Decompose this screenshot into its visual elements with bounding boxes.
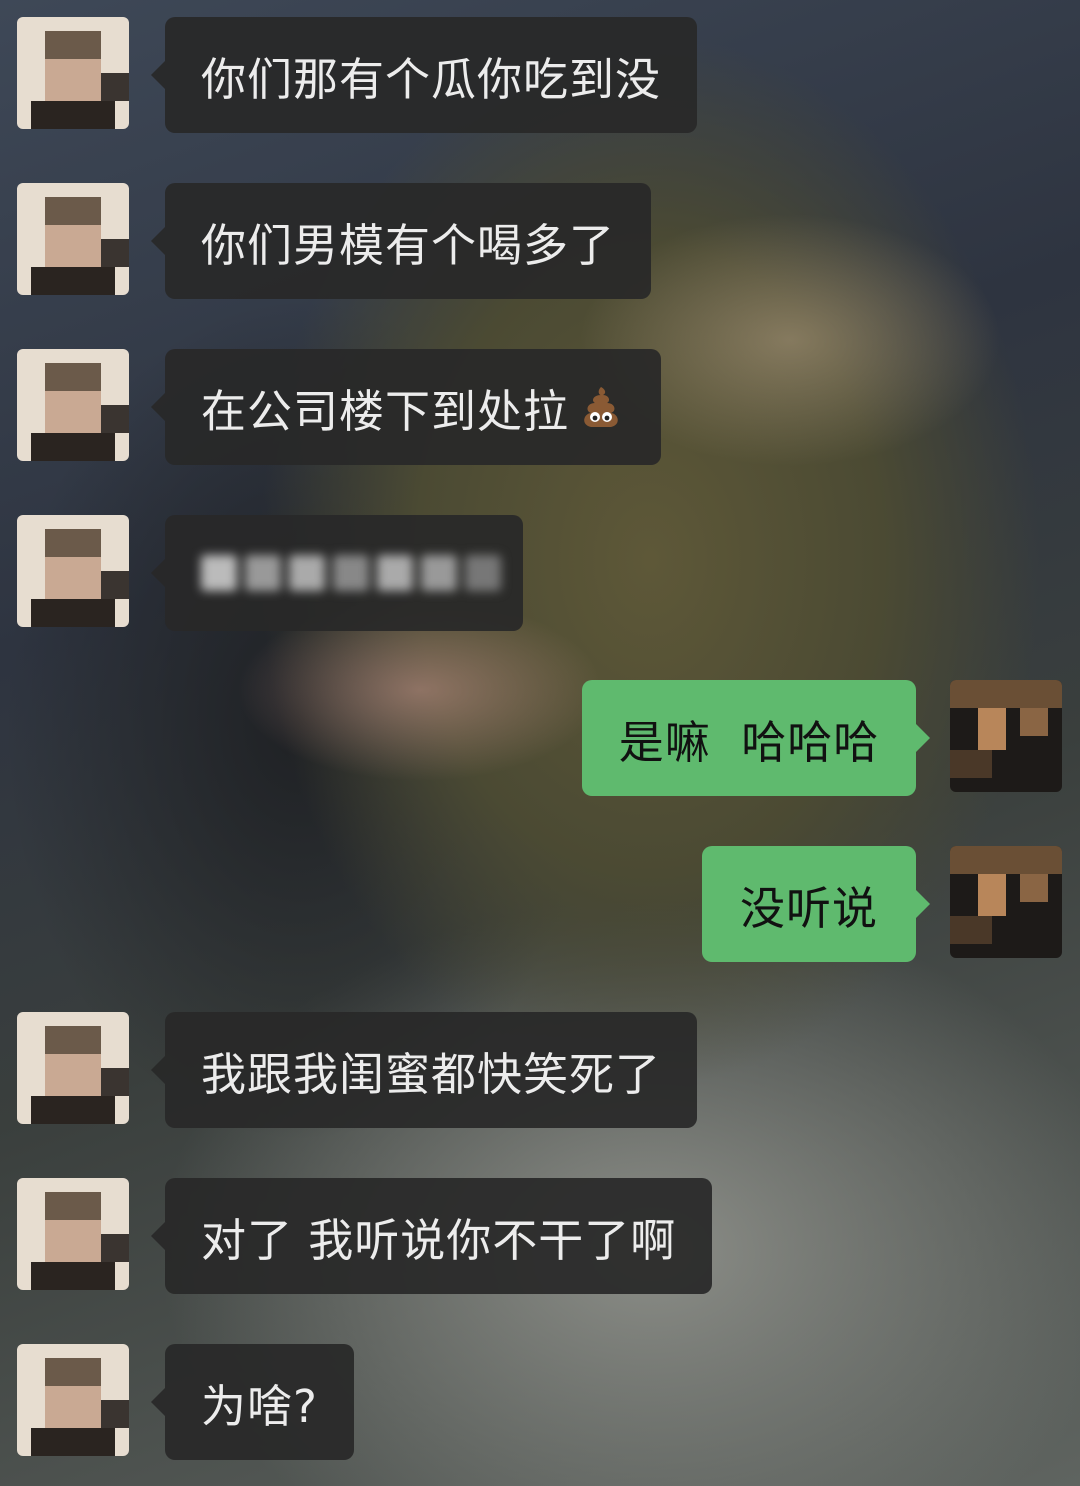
self-avatar[interactable]: [950, 846, 1062, 958]
blurred-message-text: [201, 555, 501, 591]
message-text: 你们那有个瓜你吃到没: [201, 52, 662, 106]
incoming-message-bubble[interactable]: 我跟我闺蜜都快笑死了: [150, 1012, 698, 1128]
contact-avatar[interactable]: [17, 1344, 129, 1456]
incoming-message-bubble[interactable]: [151, 515, 523, 631]
incoming-message-bubble[interactable]: 对了 我听说你不干了啊: [150, 1178, 713, 1294]
contact-avatar[interactable]: [17, 515, 129, 627]
message-text: 为啥?: [201, 1379, 318, 1433]
incoming-message-bubble[interactable]: 你们那有个瓜你吃到没: [150, 17, 698, 133]
outgoing-message-bubble[interactable]: 没听说: [702, 846, 930, 962]
message-text: 我跟我闺蜜都快笑死了: [201, 1047, 662, 1101]
poop-emoji-icon: [584, 387, 618, 427]
message-text: 是嘛 哈哈哈: [618, 715, 880, 769]
incoming-message-bubble[interactable]: 在公司楼下到处拉: [150, 349, 662, 465]
self-avatar[interactable]: [950, 680, 1062, 792]
contact-avatar[interactable]: [17, 1012, 129, 1124]
contact-avatar[interactable]: [17, 183, 129, 295]
contact-avatar[interactable]: [17, 17, 129, 129]
incoming-message-bubble[interactable]: 为啥?: [151, 1344, 354, 1460]
outgoing-message-bubble[interactable]: 是嘛 哈哈哈: [582, 680, 930, 796]
message-text: 对了 我听说你不干了啊: [201, 1213, 677, 1267]
message-text: 在公司楼下到处拉: [201, 384, 570, 438]
contact-avatar[interactable]: [17, 349, 129, 461]
message-text: 你们男模有个喝多了: [201, 218, 616, 272]
message-text: 没听说: [739, 881, 878, 935]
incoming-message-bubble[interactable]: 你们男模有个喝多了: [150, 183, 652, 299]
contact-avatar[interactable]: [17, 1178, 129, 1290]
